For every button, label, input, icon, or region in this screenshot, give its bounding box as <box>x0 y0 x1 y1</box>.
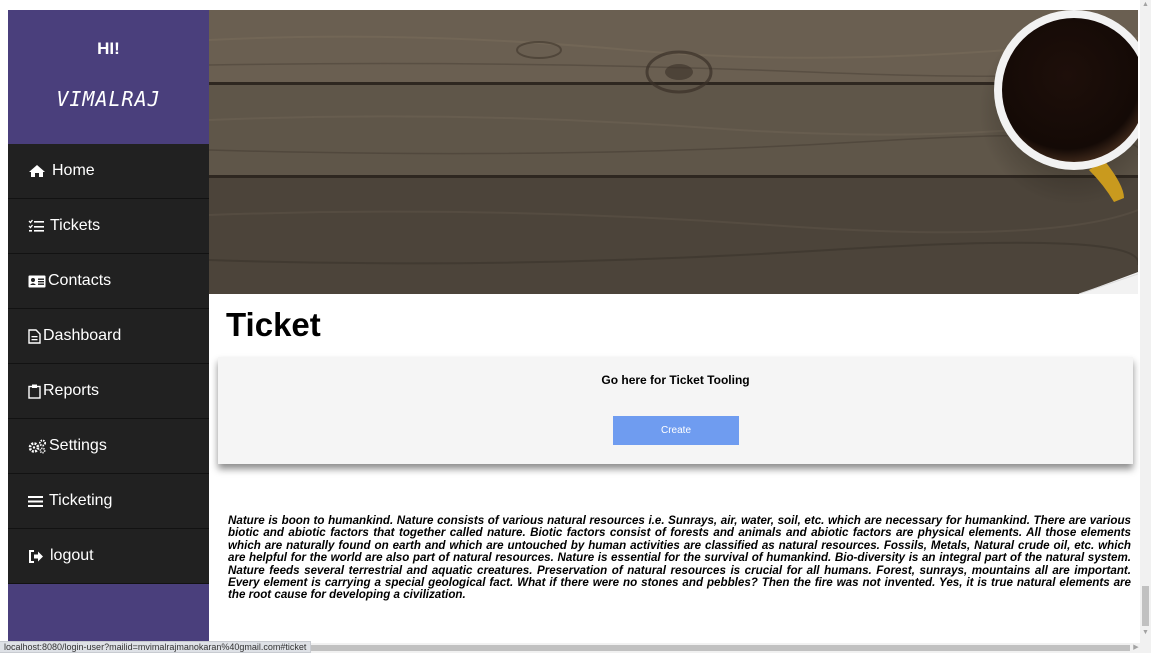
gears-icon <box>28 439 47 454</box>
scroll-up-icon[interactable]: ▲ <box>1140 0 1151 10</box>
sidebar: HI! VIMALRAJ Home Tickets Contacts Dashb… <box>8 10 209 642</box>
sidebar-item-dashboard[interactable]: Dashboard <box>8 309 209 364</box>
bars-icon <box>28 495 43 508</box>
sidebar-item-label: Home <box>52 162 95 179</box>
sidebar-item-logout[interactable]: logout <box>8 529 209 584</box>
card-heading: Go here for Ticket Tooling <box>601 373 750 387</box>
home-icon <box>28 164 46 178</box>
sidebar-item-label: Tickets <box>50 217 101 234</box>
file-icon <box>28 328 41 344</box>
sidebar-item-reports[interactable]: Reports <box>8 364 209 419</box>
sidebar-item-label: Ticketing <box>49 492 113 509</box>
user-name: VIMALRAJ <box>56 87 161 111</box>
sidebar-item-tickets[interactable]: Tickets <box>8 199 209 254</box>
sidebar-item-home[interactable]: Home <box>8 144 209 199</box>
scroll-down-icon[interactable]: ▼ <box>1140 628 1151 638</box>
nature-paragraph: Nature is boon to humankind. Nature cons… <box>228 514 1131 602</box>
greeting-text: HI! <box>97 39 120 58</box>
sidebar-item-ticketing[interactable]: Ticketing <box>8 474 209 529</box>
sidebar-item-label: Dashboard <box>43 327 122 344</box>
page-title: Ticket <box>226 306 321 343</box>
sidebar-nav: Home Tickets Contacts Dashboard Reports <box>8 144 209 584</box>
banner-image <box>209 10 1138 294</box>
scroll-right-icon[interactable]: ▶ <box>1130 643 1142 653</box>
ticket-tooling-card: Go here for Ticket Tooling Create <box>218 357 1133 464</box>
sidebar-item-settings[interactable]: Settings <box>8 419 209 474</box>
sidebar-item-label: Contacts <box>48 272 112 289</box>
list-check-icon <box>28 219 44 233</box>
vertical-scrollbar[interactable]: ▲ ▼ <box>1140 0 1151 643</box>
address-card-icon <box>28 275 46 288</box>
sign-out-icon <box>28 549 44 563</box>
create-button[interactable]: Create <box>613 416 739 445</box>
sidebar-greeting: HI! VIMALRAJ <box>8 10 209 144</box>
wood-background <box>209 10 1138 294</box>
sidebar-item-label: logout <box>50 547 94 564</box>
status-url-bar: localhost:8080/login-user?mailid=mvimalr… <box>0 641 312 653</box>
sidebar-item-label: Reports <box>43 382 100 399</box>
sidebar-item-contacts[interactable]: Contacts <box>8 254 209 309</box>
sidebar-item-label: Settings <box>49 437 107 454</box>
vertical-scrollbar-thumb[interactable] <box>1142 586 1149 626</box>
clipboard-icon <box>28 384 41 399</box>
